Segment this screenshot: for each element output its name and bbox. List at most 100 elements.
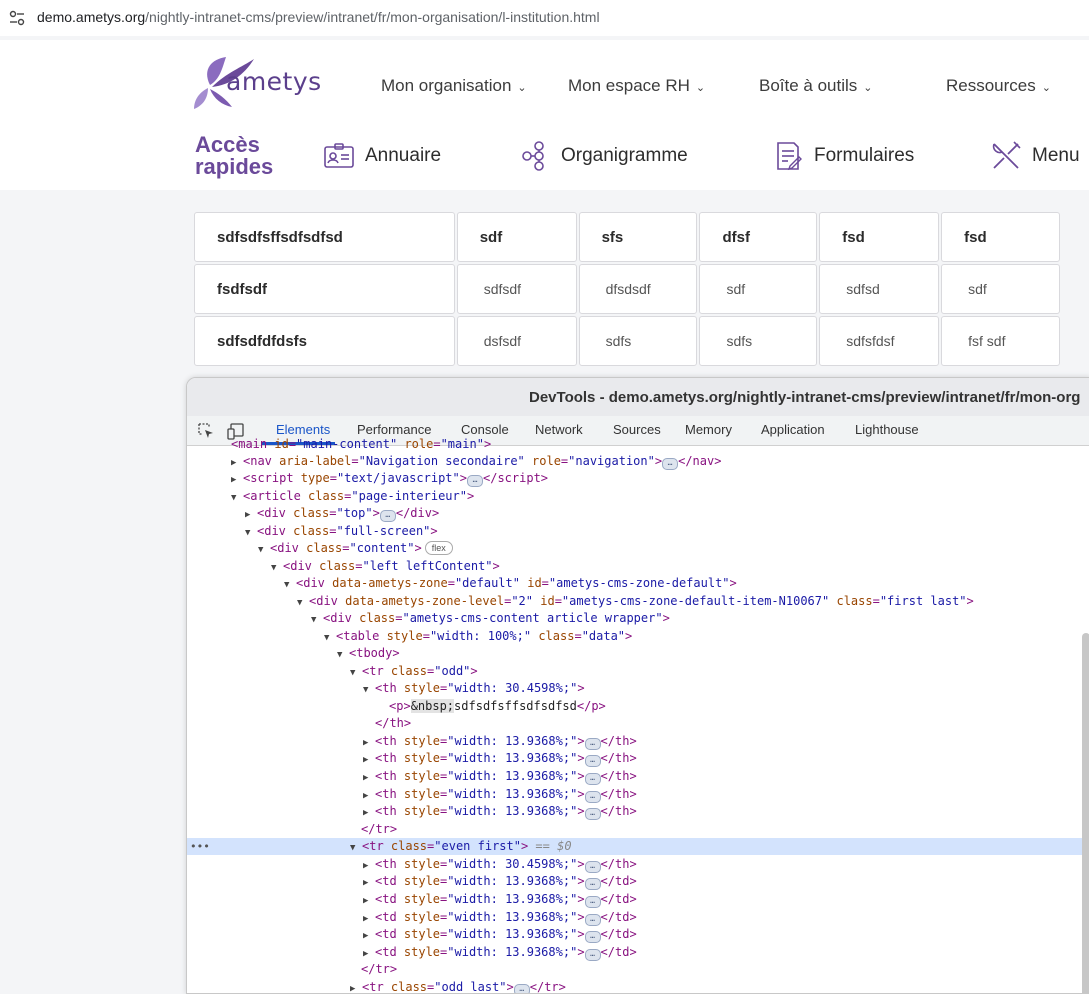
dom-node[interactable]: ▶ <nav aria-label="Navigation secondaire"… xyxy=(187,453,1089,470)
more-options-icon[interactable]: ••• xyxy=(190,838,210,855)
dom-node[interactable]: ▼ <tbody> xyxy=(187,645,1089,662)
dom-node[interactable]: ▶ <th style="width: 30.4598%;">… </th> xyxy=(187,856,1089,873)
ellipsis-icon[interactable]: … xyxy=(584,931,601,943)
dom-node[interactable]: </tr> xyxy=(187,821,1089,838)
acces-rapides-heading: Accès rapides xyxy=(195,134,273,178)
expand-arrow-icon[interactable]: ▶ xyxy=(231,472,243,489)
expand-arrow-icon[interactable]: ▶ xyxy=(350,981,362,993)
collapse-arrow-icon[interactable]: ▼ xyxy=(363,682,375,699)
dom-node[interactable]: ▶ <th style="width: 13.9368%;">… </th> xyxy=(187,733,1089,750)
nav-mon-organisation[interactable]: Mon organisation ⌄ xyxy=(381,76,527,96)
tab-memory[interactable]: Memory xyxy=(685,422,732,437)
ellipsis-icon[interactable]: … xyxy=(584,808,601,820)
dom-node[interactable]: ▼ <div class="left leftContent"> xyxy=(187,558,1089,575)
dom-node[interactable]: ▶ <th style="width: 13.9368%;">… </th> xyxy=(187,768,1089,785)
dom-node[interactable]: ▶ <div class="top">… </div> xyxy=(187,505,1089,522)
collapse-arrow-icon[interactable]: ▼ xyxy=(311,612,323,629)
site-settings-icon[interactable] xyxy=(9,10,25,26)
flex-badge[interactable]: flex xyxy=(424,541,453,555)
dom-tree[interactable]: <main id="main-content" role="main"> ▶ <n… xyxy=(187,437,1089,993)
collapse-arrow-icon[interactable]: ▼ xyxy=(284,577,296,594)
dom-node[interactable]: ▼ <div data-ametys-zone="default" id="ame… xyxy=(187,575,1089,592)
dom-node-selected[interactable]: ••• ▼ <tr class="even first"> == $0 xyxy=(187,838,1089,855)
dom-node[interactable]: ▶ <td style="width: 13.9368%;">… </td> xyxy=(187,891,1089,908)
table-cell: sdf xyxy=(699,264,818,314)
nav-boite-a-outils[interactable]: Boîte à outils ⌄ xyxy=(759,76,873,96)
dom-node[interactable]: ▶ <script type="text/javascript">… </scrip… xyxy=(187,470,1089,487)
address-bar[interactable]: demo.ametys.org/nightly-intranet-cms/pre… xyxy=(0,0,1089,36)
dom-node[interactable]: ▼ <th style="width: 30.4598%;"> xyxy=(187,680,1089,697)
quick-link-formulaires[interactable]: Formulaires xyxy=(772,140,914,172)
expand-arrow-icon[interactable]: ▶ xyxy=(363,770,375,787)
dom-node[interactable]: ▶ <td style="width: 13.9368%;">… </td> xyxy=(187,944,1089,961)
ellipsis-icon[interactable]: … xyxy=(584,878,601,890)
nav-label: Ressources xyxy=(946,76,1036,95)
dom-node[interactable]: ▼ <tr class="odd"> xyxy=(187,663,1089,680)
dom-node[interactable]: ▼ <div class="ametys-cms-content article … xyxy=(187,610,1089,627)
tab-sources[interactable]: Sources xyxy=(613,422,661,437)
dom-node[interactable]: </tr> xyxy=(187,961,1089,978)
url-text[interactable]: demo.ametys.org/nightly-intranet-cms/pre… xyxy=(37,9,600,25)
tab-console[interactable]: Console xyxy=(461,422,509,437)
table-cell: sdfsfdsf xyxy=(819,316,940,366)
dom-node[interactable]: ▶ <td style="width: 13.9368%;">… </td> xyxy=(187,909,1089,926)
ellipsis-icon[interactable]: … xyxy=(584,738,601,750)
ellipsis-icon[interactable]: … xyxy=(584,949,601,961)
nav-mon-espace-rh[interactable]: Mon espace RH ⌄ xyxy=(568,76,705,96)
dom-node[interactable]: ▶ <th style="width: 13.9368%;">… </th> xyxy=(187,786,1089,803)
ellipsis-icon[interactable]: … xyxy=(584,755,601,767)
table-cell: fsf sdf xyxy=(941,316,1060,366)
dom-node[interactable]: ▼ <div class="full-screen"> xyxy=(187,523,1089,540)
ellipsis-icon[interactable]: … xyxy=(662,458,679,470)
nav-ressources[interactable]: Ressources ⌄ xyxy=(946,76,1051,96)
expand-arrow-icon[interactable]: ▶ xyxy=(363,805,375,822)
devtools-titlebar[interactable]: DevTools - demo.ametys.org/nightly-intra… xyxy=(187,378,1089,416)
ellipsis-icon[interactable]: … xyxy=(584,896,601,908)
quick-link-menu[interactable]: Menu xyxy=(990,140,1080,172)
dom-node[interactable]: </th> xyxy=(187,715,1089,732)
dom-node[interactable]: ▶ <th style="width: 13.9368%;">… </th> xyxy=(187,803,1089,820)
dom-node[interactable]: ▶ <th style="width: 13.9368%;">… </th> xyxy=(187,750,1089,767)
table-header-cell: sfs xyxy=(578,212,698,262)
dom-node[interactable]: ▼ <div class="content"> flex xyxy=(187,540,1089,557)
tab-performance[interactable]: Performance xyxy=(357,422,431,437)
dom-node[interactable]: <p>&nbsp;sdfsdfsffsdfsdfsd</p> xyxy=(187,698,1089,715)
nav-label: Mon organisation xyxy=(381,76,512,95)
tab-elements[interactable]: Elements xyxy=(276,422,330,437)
table-header-cell: fsd xyxy=(819,212,940,262)
dom-node[interactable]: ▼ <article class="page-interieur"> xyxy=(187,488,1089,505)
collapse-arrow-icon[interactable]: ▼ xyxy=(337,647,349,664)
ellipsis-icon[interactable]: … xyxy=(584,861,601,873)
table-header-cell: sdfsdfdfdsfs xyxy=(194,316,455,366)
dom-node[interactable]: <main id="main-content" role="main"> xyxy=(187,436,1089,453)
tab-lighthouse[interactable]: Lighthouse xyxy=(855,422,919,437)
expand-arrow-icon[interactable]: ▶ xyxy=(363,752,375,769)
expand-arrow-icon[interactable]: ▶ xyxy=(363,875,375,892)
ellipsis-icon[interactable]: … xyxy=(513,984,530,993)
expand-arrow-icon[interactable]: ▶ xyxy=(363,928,375,945)
tab-network[interactable]: Network xyxy=(535,422,583,437)
dom-node[interactable]: ▶ <td style="width: 13.9368%;">… </td> xyxy=(187,926,1089,943)
expand-arrow-icon[interactable]: ▶ xyxy=(245,507,257,524)
table-header-cell: sdfsdfsffsdfsdfsd xyxy=(194,212,455,262)
table-cell: dsfsdf xyxy=(456,316,577,366)
expand-arrow-icon[interactable]: ▶ xyxy=(363,893,375,910)
ellipsis-icon[interactable]: … xyxy=(379,510,396,522)
ellipsis-icon[interactable]: … xyxy=(584,914,601,926)
ellipsis-icon[interactable]: … xyxy=(467,475,483,487)
ellipsis-icon[interactable]: … xyxy=(584,773,601,785)
acces-rapides-line2: rapides xyxy=(195,154,274,179)
dom-node[interactable]: ▼ <table style="width: 100%;" class="data… xyxy=(187,628,1089,645)
table-row: sdfsdfsffsdfsdfsd sdf sfs dfsf fsd fsd xyxy=(194,212,1060,262)
ellipsis-icon[interactable]: … xyxy=(584,791,601,803)
url-path: /nightly-intranet-cms/preview/intranet/f… xyxy=(145,9,600,25)
devtools-scrollbar[interactable] xyxy=(1082,633,1089,993)
tab-application[interactable]: Application xyxy=(761,422,825,437)
quick-link-annuaire[interactable]: Annuaire xyxy=(323,140,441,172)
quick-link-label: Organigramme xyxy=(561,145,688,166)
dom-node[interactable]: ▼ <div data-ametys-zone-level="2" id="ame… xyxy=(187,593,1089,610)
collapse-arrow-icon[interactable]: ▼ xyxy=(350,840,362,857)
dom-node[interactable]: ▶ <td style="width: 13.9368%;">… </td> xyxy=(187,873,1089,890)
quick-link-organigramme[interactable]: Organigramme xyxy=(519,140,688,172)
collapse-arrow-icon[interactable]: ▼ xyxy=(258,542,270,559)
